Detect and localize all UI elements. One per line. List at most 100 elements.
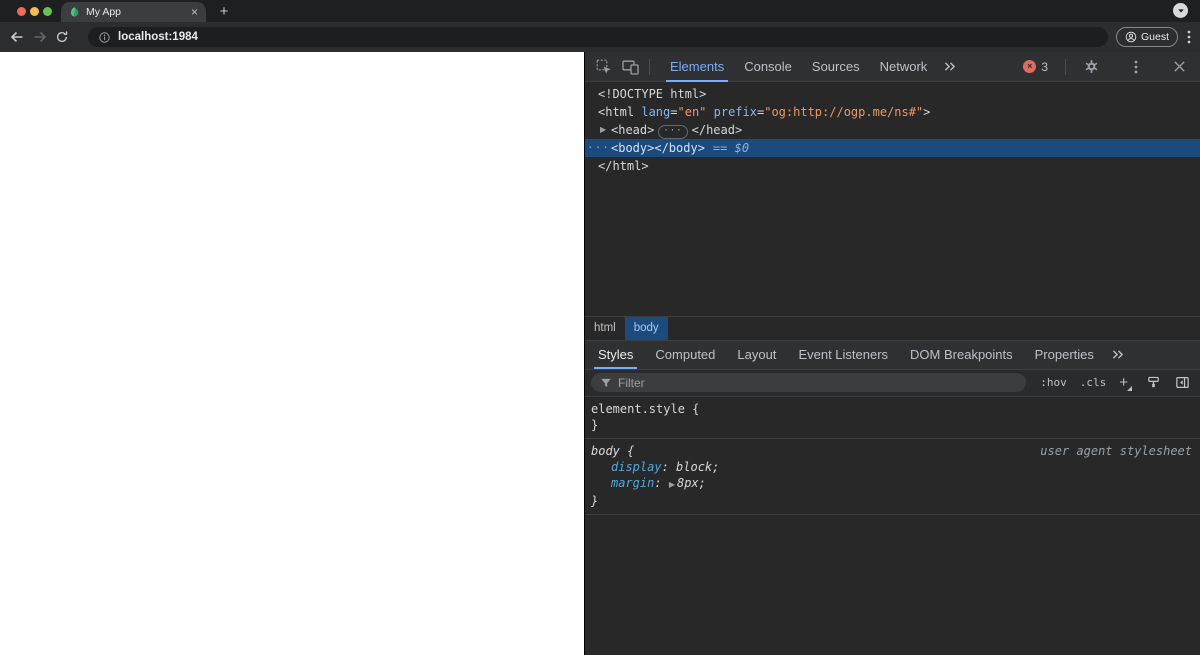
css-declaration[interactable]: margin: ▶ 8px; (591, 475, 1194, 493)
tab-event-listeners[interactable]: Event Listeners (787, 341, 899, 369)
node-menu-icon[interactable]: ··· (587, 139, 610, 157)
paint-roller-icon (1147, 376, 1159, 388)
avatar-icon (1125, 31, 1137, 43)
new-style-rule-button[interactable]: + (1119, 375, 1132, 391)
more-tabs-button[interactable] (943, 61, 957, 72)
element-classes-button[interactable]: .cls (1080, 376, 1107, 389)
toolbar-divider (1065, 58, 1066, 75)
profile-label: Guest (1140, 31, 1169, 43)
gear-icon (1085, 60, 1098, 73)
breadcrumb-html[interactable]: html (585, 317, 625, 340)
styles-filter-bar: :hov .cls + (585, 369, 1200, 397)
tab-sources[interactable]: Sources (802, 52, 870, 82)
css-property: margin (611, 475, 655, 490)
tab-computed[interactable]: Computed (644, 341, 726, 369)
style-filter-field[interactable] (591, 373, 1027, 392)
collapsed-content-button[interactable]: ··· (658, 125, 688, 139)
browser-window: My App × + localhost:1984 Guest Elements… (0, 0, 1200, 655)
browser-menu-button[interactable] (1187, 30, 1191, 44)
inspect-element-button[interactable] (595, 58, 612, 75)
devtools-settings-button[interactable] (1083, 58, 1100, 75)
chevron-down-icon (1177, 8, 1184, 13)
tab-strip: My App × + (0, 0, 1200, 22)
attribute-value: "en" (677, 105, 707, 119)
tab-console[interactable]: Console (734, 52, 802, 82)
reload-button[interactable] (55, 29, 71, 45)
filter-funnel-icon (600, 377, 612, 389)
css-declaration[interactable]: display: block; (591, 459, 1194, 475)
dom-tree: <!DOCTYPE html> <html lang="en" prefix="… (585, 82, 1200, 316)
attribute-value: "og:http://ogp.me/ns#" (764, 105, 924, 119)
sidebar-panel-icon (1175, 377, 1189, 388)
site-info-icon[interactable] (98, 31, 111, 44)
dom-node-html-close[interactable]: </html> (585, 157, 1200, 175)
error-badge[interactable]: × 3 (1023, 60, 1048, 74)
user-agent-style-rule[interactable]: body { user agent stylesheet display: bl… (585, 439, 1200, 515)
inline-style-rule[interactable]: element.style { } (585, 397, 1200, 439)
breadcrumb-body[interactable]: body (624, 316, 668, 340)
close-icon (1174, 61, 1185, 72)
error-icon: × (1023, 60, 1037, 73)
window-controls (17, 6, 52, 16)
expand-arrow-icon[interactable]: ▶ (669, 480, 675, 489)
dom-node-head[interactable]: ▶ <head> ··· </head> (585, 121, 1200, 139)
page-content[interactable] (0, 52, 584, 655)
tab-layout[interactable]: Layout (726, 341, 787, 369)
css-value: block; (676, 459, 720, 474)
minimize-window-button[interactable] (30, 6, 39, 16)
tab-network[interactable]: Network (870, 52, 938, 82)
back-button[interactable] (9, 29, 25, 45)
dom-node-html-open[interactable]: <html lang="en" prefix="og:http://ogp.me… (585, 103, 1200, 121)
devtools-close-button[interactable] (1171, 58, 1188, 75)
computed-sidebar-toggle-button[interactable] (1174, 375, 1190, 391)
rule-selector: element.style (591, 401, 685, 416)
close-window-button[interactable] (17, 6, 26, 16)
error-count: 3 (1041, 59, 1048, 74)
sidebar-panel-tabs: Styles Computed Layout Event Listeners D… (585, 339, 1200, 370)
dom-node-doctype[interactable]: <!DOCTYPE html> (585, 85, 1200, 103)
kebab-menu-icon (1187, 30, 1191, 44)
css-property: display (611, 459, 662, 474)
devtools-menu-button[interactable] (1127, 58, 1144, 75)
dom-node-body-selected[interactable]: ··· <body></body> == $0 (585, 139, 1200, 157)
expand-arrow-icon[interactable]: ▶ (600, 121, 606, 139)
devtools-tabs: Elements Console Sources Network (660, 52, 937, 82)
devtools-panel: Elements Console Sources Network × 3 <!D… (585, 52, 1200, 655)
tab-properties[interactable]: Properties (1024, 341, 1105, 369)
selected-node-flag: == $0 (712, 141, 750, 155)
attribute-name: lang (641, 105, 671, 119)
reload-icon (56, 31, 68, 43)
styles-pane: element.style { } body { user agent styl… (585, 397, 1200, 655)
double-chevron-icon (945, 62, 956, 71)
tab-title: My App (86, 6, 122, 18)
url-text: localhost:1984 (118, 31, 198, 43)
tab-elements[interactable]: Elements (660, 52, 734, 82)
toggle-element-state-button[interactable]: :hov (1040, 376, 1067, 389)
browser-tab[interactable]: My App × (61, 2, 206, 22)
address-bar[interactable]: localhost:1984 (88, 27, 1108, 47)
rendering-emulations-button[interactable] (1145, 375, 1161, 391)
inspect-cursor-icon (596, 59, 611, 74)
style-filter-input[interactable] (618, 375, 1018, 390)
forward-button[interactable] (32, 29, 48, 45)
double-chevron-icon (1112, 350, 1123, 359)
back-arrow-icon (10, 31, 23, 43)
maximize-window-button[interactable] (43, 6, 52, 16)
device-toolbar-button[interactable] (622, 58, 639, 75)
stylesheet-origin: user agent stylesheet (1040, 443, 1192, 458)
css-value: 8px; (676, 475, 706, 490)
tab-styles[interactable]: Styles (587, 341, 644, 369)
favicon-leaf-icon (70, 7, 79, 17)
device-toolbar-icon (622, 60, 639, 75)
tab-dom-breakpoints[interactable]: DOM Breakpoints (899, 341, 1024, 369)
new-tab-button[interactable]: + (214, 3, 234, 20)
forward-arrow-icon (34, 31, 47, 43)
profile-button[interactable]: Guest (1115, 27, 1178, 47)
devtools-toolbar: Elements Console Sources Network × 3 (585, 52, 1200, 82)
browser-toolbar: localhost:1984 Guest (0, 22, 1200, 52)
tab-close-icon[interactable]: × (191, 6, 198, 18)
tab-search-button[interactable] (1173, 3, 1188, 18)
more-panel-tabs-button[interactable] (1111, 349, 1125, 360)
rule-selector: body (591, 443, 620, 458)
attribute-name: prefix (706, 105, 757, 119)
